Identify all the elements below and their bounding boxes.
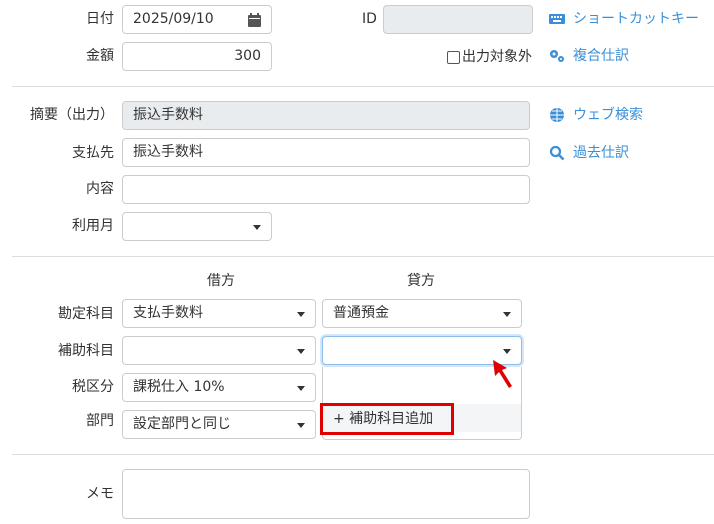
content-label: 内容 <box>86 181 114 197</box>
exclude-output-checkbox[interactable] <box>447 50 460 64</box>
memo-label: メモ <box>86 486 114 502</box>
usage-month-select[interactable] <box>122 212 272 241</box>
caret-down-icon <box>297 349 305 354</box>
amount-input[interactable]: 300 <box>122 42 272 71</box>
memo-textarea[interactable] <box>122 469 530 519</box>
past-entries-label: 過去仕訳 <box>573 145 629 161</box>
caret-down-icon <box>503 349 511 354</box>
exclude-output-label: 出力対象外 <box>462 49 532 65</box>
dept-select[interactable]: 設定部門と同じ <box>122 410 316 439</box>
credit-account-select[interactable]: 普通預金 <box>322 299 522 328</box>
calendar-icon[interactable] <box>248 13 261 27</box>
id-input[interactable] <box>383 5 533 34</box>
usage-month-label: 利用月 <box>72 218 114 234</box>
divider <box>12 86 714 87</box>
search-icon <box>549 145 565 161</box>
date-value: 2025/09/10 <box>133 11 214 27</box>
date-input[interactable]: 2025/09/10 <box>122 5 272 34</box>
shortcut-label: ショートカットキー <box>573 11 699 27</box>
credit-account-value: 普通預金 <box>333 305 389 321</box>
dept-value: 設定部門と同じ <box>133 416 231 432</box>
globe-icon <box>550 108 564 122</box>
payee-input[interactable]: 振込手数料 <box>122 138 530 167</box>
caret-down-icon <box>253 225 261 230</box>
compound-label: 複合仕訳 <box>573 48 629 64</box>
date-label: 日付 <box>86 11 114 27</box>
tax-label: 税区分 <box>72 379 114 395</box>
tax-select[interactable]: 課税仕入 10% <box>122 373 316 402</box>
caret-down-icon <box>297 423 305 428</box>
debit-sub-account-select[interactable] <box>122 336 316 365</box>
red-arrow-icon <box>493 360 512 388</box>
dept-label: 部門 <box>86 413 114 429</box>
past-entries-link[interactable]: 過去仕訳 <box>549 143 629 163</box>
divider <box>12 256 714 257</box>
web-search-label: ウェブ検索 <box>573 107 643 123</box>
divider <box>12 454 714 455</box>
add-sub-account-label: + 補助科目追加 <box>333 411 434 427</box>
debit-header: 借方 <box>207 273 235 289</box>
shortcut-link[interactable]: ショートカットキー <box>549 9 699 29</box>
credit-header: 貸方 <box>407 273 435 289</box>
payee-label: 支払先 <box>72 145 114 161</box>
keyboard-icon <box>549 14 565 24</box>
amount-label: 金額 <box>86 48 114 64</box>
sub-account-label: 補助科目 <box>58 343 114 359</box>
id-label: ID <box>362 11 377 27</box>
add-sub-account-highlight[interactable]: + 補助科目追加 <box>320 403 454 435</box>
tax-value: 課税仕入 10% <box>133 379 225 395</box>
caret-down-icon <box>503 312 511 317</box>
web-search-link[interactable]: ウェブ検索 <box>549 105 643 125</box>
compound-link[interactable]: 複合仕訳 <box>549 46 629 66</box>
gears-icon <box>550 50 564 62</box>
summary-label: 摘要（出力） <box>30 107 114 123</box>
debit-account-select[interactable]: 支払手数料 <box>122 299 316 328</box>
content-input[interactable] <box>122 175 530 204</box>
debit-account-value: 支払手数料 <box>133 305 203 321</box>
caret-down-icon <box>297 386 305 391</box>
account-label: 勘定科目 <box>58 306 114 322</box>
summary-input[interactable]: 振込手数料 <box>122 101 530 130</box>
caret-down-icon <box>297 312 305 317</box>
